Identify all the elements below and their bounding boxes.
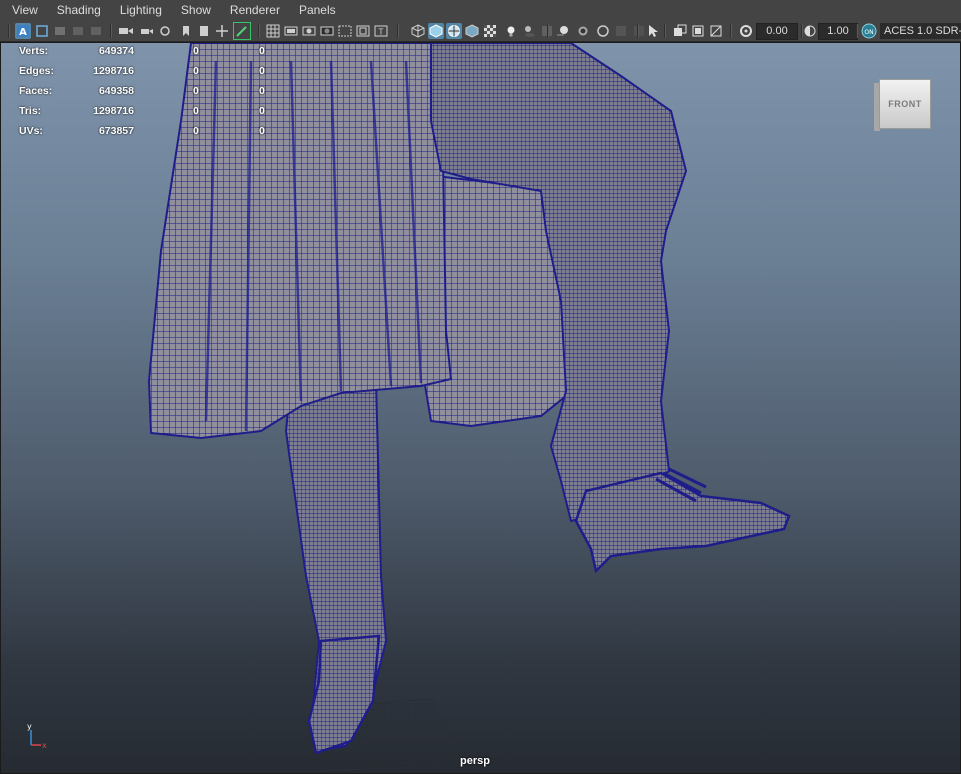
- x-axis-label: x: [42, 741, 47, 750]
- hud-value: 649374: [98, 45, 134, 57]
- panel-toolbar: A T 0.00 1.00 ON ACES 1.0 SDR-: [0, 21, 961, 42]
- select-tool-icon[interactable]: [645, 23, 661, 39]
- menu-view[interactable]: View: [0, 0, 45, 21]
- menu-panels[interactable]: Panels: [287, 0, 343, 21]
- wireframe-icon[interactable]: [410, 23, 426, 39]
- gamma-field[interactable]: 1.00: [818, 23, 858, 40]
- mesh-scene: [147, 43, 791, 772]
- toolbar-separator: [110, 24, 112, 38]
- hud-selected-value: 0: [193, 105, 199, 117]
- toolbar-separator: [258, 24, 260, 38]
- toolbar-separator: [730, 24, 732, 38]
- use-lights-icon[interactable]: [503, 23, 519, 39]
- hud-value: 1298716: [93, 105, 134, 117]
- menu-lighting[interactable]: Lighting: [108, 0, 169, 21]
- gate-mask-icon[interactable]: [319, 23, 335, 39]
- component-icon[interactable]: [690, 23, 706, 39]
- hud-label: Verts:: [19, 45, 49, 57]
- grease-pencil-icon[interactable]: [233, 22, 251, 40]
- y-axis-label: y: [27, 722, 32, 731]
- field-chart-icon[interactable]: [337, 23, 353, 39]
- hud-value: 649358: [98, 85, 134, 97]
- raised-shoe: [574, 471, 791, 574]
- xray-icon[interactable]: [464, 23, 480, 39]
- toolbar-separator: [664, 24, 666, 38]
- hud-component-value: 0: [259, 105, 265, 117]
- view-cube[interactable]: FRONT: [874, 77, 932, 131]
- shadows-icon[interactable]: [521, 23, 537, 39]
- hud-row-tris: Tris: 1298716 0 0: [19, 103, 279, 123]
- xray-active-icon[interactable]: [672, 23, 688, 39]
- resolution-gate-icon[interactable]: [301, 23, 317, 39]
- wireframe-on-shaded-icon[interactable]: [446, 23, 462, 39]
- bookmark-camera-icon[interactable]: [178, 23, 194, 39]
- film-gate-icon[interactable]: [283, 23, 299, 39]
- maya-viewport-panel: View Shading Lighting Show Renderer Pane…: [0, 0, 961, 774]
- hud-selected-value: 0: [193, 125, 199, 137]
- gamma-icon[interactable]: [802, 23, 818, 39]
- hud-selected-value: 0: [193, 45, 199, 57]
- panel-menu-bar: View Shading Lighting Show Renderer Pane…: [0, 0, 961, 21]
- toolbar-separator: [637, 24, 639, 38]
- axis-gizmo: y x: [27, 722, 47, 750]
- hud-component-value: 0: [259, 85, 265, 97]
- color-management-icon[interactable]: ON: [861, 23, 877, 39]
- 2d-pan-icon[interactable]: [214, 23, 230, 39]
- hud-selected-value: 0: [193, 85, 199, 97]
- menu-shading[interactable]: Shading: [45, 0, 108, 21]
- hud-value: 673857: [98, 125, 134, 137]
- menu-show[interactable]: Show: [169, 0, 218, 21]
- select-camera-icon[interactable]: A: [15, 23, 31, 39]
- hud-label: Tris:: [19, 105, 42, 117]
- color-space-dropdown[interactable]: ACES 1.0 SDR-: [880, 23, 961, 39]
- hud-selected-value: 0: [193, 65, 199, 77]
- grid-icon[interactable]: [265, 23, 281, 39]
- camera-tumble-icon[interactable]: [138, 23, 154, 39]
- hud-row-edges: Edges: 1298716 0 0: [19, 63, 279, 83]
- isolate-select-icon[interactable]: [613, 23, 629, 39]
- camera-name-label: persp: [460, 755, 490, 767]
- exposure-field[interactable]: 0.00: [756, 23, 798, 40]
- safe-title-icon[interactable]: T: [373, 23, 389, 39]
- camera-icon[interactable]: [118, 23, 134, 39]
- camera-track-icon[interactable]: [158, 23, 174, 39]
- safe-action-icon[interactable]: [355, 23, 371, 39]
- hud-component-value: 0: [259, 45, 265, 57]
- backface-icon[interactable]: [708, 23, 724, 39]
- hud-value: 1298716: [93, 65, 134, 77]
- motion-blur-icon[interactable]: [555, 23, 571, 39]
- anti-aliasing-icon[interactable]: [575, 23, 591, 39]
- depth-of-field-icon[interactable]: [595, 23, 611, 39]
- 2d-pan-zoom-icon[interactable]: [88, 23, 104, 39]
- hud-row-verts: Verts: 649374 0 0: [19, 43, 279, 63]
- hud-row-faces: Faces: 649358 0 0: [19, 83, 279, 103]
- smooth-shade-icon[interactable]: [428, 23, 444, 39]
- hud-label: UVs:: [19, 125, 43, 137]
- view-cube-front-face[interactable]: FRONT: [879, 79, 931, 129]
- poly-count-hud: Verts: 649374 0 0 Edges: 1298716 0 0 Fac…: [19, 43, 279, 143]
- svg-text:A: A: [19, 27, 27, 38]
- image-plane-icon[interactable]: [70, 23, 86, 39]
- svg-text:T: T: [378, 28, 384, 37]
- hud-component-value: 0: [259, 125, 265, 137]
- bookmark-icon[interactable]: [52, 23, 68, 39]
- hud-row-uvs: UVs: 673857 0 0: [19, 123, 279, 143]
- toolbar-separator: [547, 24, 549, 38]
- exposure-icon[interactable]: [738, 23, 754, 39]
- camera-attributes-icon[interactable]: [34, 23, 50, 39]
- toolbar-separator: [8, 24, 10, 38]
- toolbar-separator: [397, 24, 399, 38]
- toolbar-separator: [856, 24, 858, 38]
- menu-renderer[interactable]: Renderer: [218, 0, 287, 21]
- image-plane-camera-icon[interactable]: [196, 23, 212, 39]
- svg-text:ON: ON: [864, 29, 873, 36]
- textured-icon[interactable]: [482, 23, 498, 39]
- hud-label: Edges:: [19, 65, 55, 77]
- hud-component-value: 0: [259, 65, 265, 77]
- hud-label: Faces:: [19, 85, 53, 97]
- 3d-viewport[interactable]: Verts: 649374 0 0 Edges: 1298716 0 0 Fac…: [0, 42, 961, 774]
